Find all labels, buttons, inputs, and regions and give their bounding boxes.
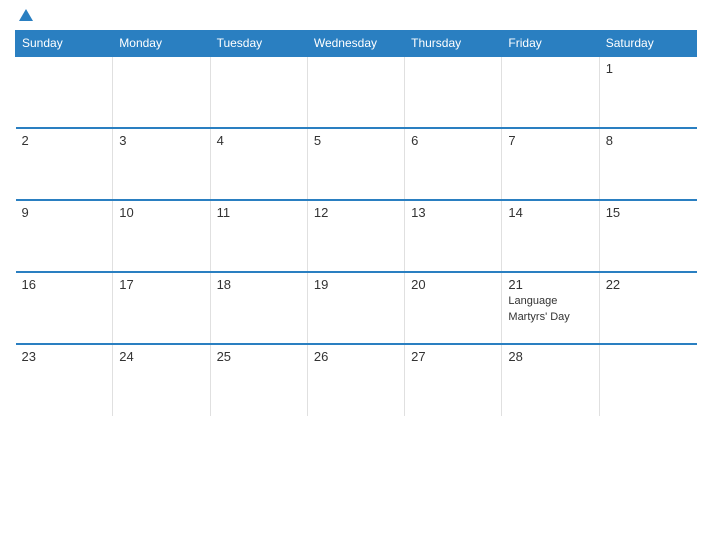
day-number: 5 (314, 133, 398, 148)
weekday-header-sunday: Sunday (16, 31, 113, 57)
calendar-cell: 19 (307, 272, 404, 344)
calendar-cell: 10 (113, 200, 210, 272)
day-number: 27 (411, 349, 495, 364)
calendar-cell (210, 56, 307, 128)
calendar-cell: 4 (210, 128, 307, 200)
calendar-cell: 12 (307, 200, 404, 272)
calendar-cell (16, 56, 113, 128)
weekday-header-thursday: Thursday (405, 31, 502, 57)
day-number: 20 (411, 277, 495, 292)
day-number: 18 (217, 277, 301, 292)
calendar-cell: 6 (405, 128, 502, 200)
calendar-cell: 3 (113, 128, 210, 200)
calendar-cell: 26 (307, 344, 404, 416)
week-row-2: 2345678 (16, 128, 697, 200)
calendar-table: SundayMondayTuesdayWednesdayThursdayFrid… (15, 30, 697, 416)
calendar-cell (599, 344, 696, 416)
day-number: 28 (508, 349, 592, 364)
weekday-header-friday: Friday (502, 31, 599, 57)
weekday-header-saturday: Saturday (599, 31, 696, 57)
calendar-cell (405, 56, 502, 128)
calendar-header (15, 10, 697, 22)
calendar-cell: 7 (502, 128, 599, 200)
calendar-cell: 2 (16, 128, 113, 200)
day-number: 14 (508, 205, 592, 220)
day-number: 1 (606, 61, 691, 76)
calendar-cell (113, 56, 210, 128)
calendar-cell (307, 56, 404, 128)
week-row-1: 1 (16, 56, 697, 128)
week-row-5: 23 24 25 26 27 28 (16, 344, 697, 416)
day-number: 24 (119, 349, 203, 364)
weekday-header-wednesday: Wednesday (307, 31, 404, 57)
calendar-cell: 14 (502, 200, 599, 272)
day-number: 25 (217, 349, 301, 364)
calendar-cell: 21 Language Martyrs' Day (502, 272, 599, 344)
day-number: 16 (22, 277, 107, 292)
calendar-cell: 25 (210, 344, 307, 416)
day-number: 22 (606, 277, 691, 292)
calendar-cell: 5 (307, 128, 404, 200)
day-number: 2 (22, 133, 107, 148)
calendar-cell: 11 (210, 200, 307, 272)
day-number: 23 (22, 349, 107, 364)
day-number: 3 (119, 133, 203, 148)
calendar-cell: 9 (16, 200, 113, 272)
weekday-header-tuesday: Tuesday (210, 31, 307, 57)
calendar-cell: 20 (405, 272, 502, 344)
day-number: 8 (606, 133, 691, 148)
day-number: 9 (22, 205, 107, 220)
day-number: 13 (411, 205, 495, 220)
calendar-cell: 1 (599, 56, 696, 128)
logo (17, 10, 33, 22)
calendar-cell: 18 (210, 272, 307, 344)
week-row-3: 9 10 11 12 13 14 15 (16, 200, 697, 272)
day-number: 21 (508, 277, 592, 292)
weekday-header-monday: Monday (113, 31, 210, 57)
calendar-cell: 27 (405, 344, 502, 416)
holiday-text: Language Martyrs' Day (508, 295, 569, 323)
weekday-header-row: SundayMondayTuesdayWednesdayThursdayFrid… (16, 31, 697, 57)
calendar-cell: 17 (113, 272, 210, 344)
week-row-4: 16 17 18 19 20 21 Language Martyrs' Day 22 (16, 272, 697, 344)
calendar-cell: 13 (405, 200, 502, 272)
day-number: 10 (119, 205, 203, 220)
calendar-cell (502, 56, 599, 128)
calendar-cell: 22 (599, 272, 696, 344)
calendar-container: SundayMondayTuesdayWednesdayThursdayFrid… (0, 0, 712, 550)
calendar-cell: 16 (16, 272, 113, 344)
calendar-cell: 23 (16, 344, 113, 416)
day-number: 15 (606, 205, 691, 220)
day-number: 12 (314, 205, 398, 220)
calendar-cell: 15 (599, 200, 696, 272)
day-number: 26 (314, 349, 398, 364)
day-number: 6 (411, 133, 495, 148)
day-number: 7 (508, 133, 592, 148)
day-number: 4 (217, 133, 301, 148)
day-number: 19 (314, 277, 398, 292)
calendar-cell: 8 (599, 128, 696, 200)
calendar-cell: 28 (502, 344, 599, 416)
logo-triangle-icon (19, 9, 33, 21)
day-number: 11 (217, 205, 301, 220)
day-number: 17 (119, 277, 203, 292)
calendar-cell: 24 (113, 344, 210, 416)
